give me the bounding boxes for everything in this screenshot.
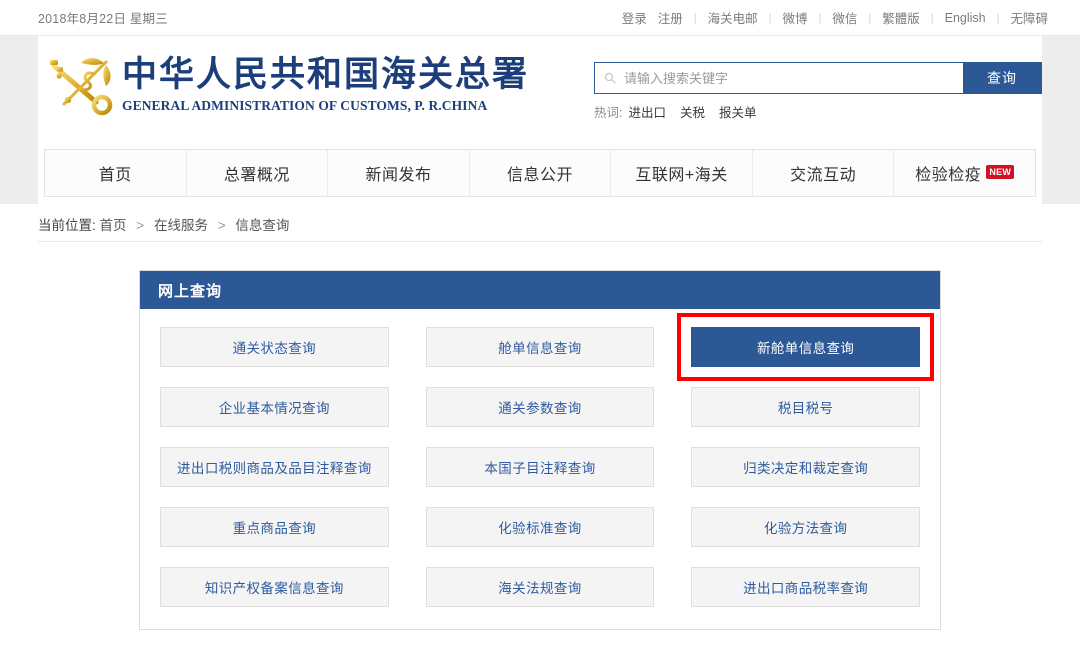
query-cell: 海关法规查询 (425, 567, 655, 607)
hot-keywords: 热词: 进出口 关税 报关单 (594, 102, 1042, 121)
header-content-area: 中华人民共和国海关总署 GENERAL ADMINISTRATION OF CU… (38, 36, 1042, 204)
breadcrumb-separator: > (217, 218, 226, 233)
query-button-lab-test-methods[interactable]: 化验方法查询 (691, 507, 920, 547)
hot-keyword-declaration[interactable]: 报关单 (719, 102, 757, 121)
query-cell: 通关参数查询 (425, 387, 655, 427)
query-button-ip-recordation-info[interactable]: 知识产权备案信息查询 (160, 567, 389, 607)
query-cell: 进出口税则商品及品目注释查询 (160, 447, 389, 487)
nav-label: 首页 (98, 167, 132, 184)
query-cell: 舱单信息查询 (425, 327, 655, 367)
customs-mail-link[interactable]: 海关电邮 (706, 8, 760, 27)
query-cell: 化验方法查询 (691, 507, 920, 547)
divider: | (693, 11, 697, 24)
breadcrumb-separator: > (136, 218, 145, 233)
nav-label: 新闻发布 (365, 167, 432, 184)
nav-label: 总署概况 (223, 167, 290, 184)
query-button-enterprise-basic-info[interactable]: 企业基本情况查询 (160, 387, 389, 427)
query-button-national-subheading-notes[interactable]: 本国子目注释查询 (425, 447, 655, 487)
nav-item-information-disclosure[interactable]: 信息公开 (470, 150, 612, 196)
search-icon (604, 72, 616, 84)
new-badge: NEW (986, 165, 1015, 179)
query-button-grid: 通关状态查询 舱单信息查询 新舱单信息查询 企业基本情况查询 通关参数查询 税目… (140, 309, 940, 629)
site-title-cn: 中华人民共和国海关总署 (122, 55, 530, 95)
query-button-lab-test-standards[interactable]: 化验标准查询 (425, 507, 655, 547)
nav-item-home[interactable]: 首页 (45, 150, 187, 196)
query-cell-highlighted: 新舱单信息查询 (677, 313, 934, 381)
query-button-customs-clearance-status[interactable]: 通关状态查询 (160, 327, 389, 367)
query-cell: 归类决定和裁定查询 (691, 447, 920, 487)
query-button-import-export-commodity-tax-rate[interactable]: 进出口商品税率查询 (691, 567, 920, 607)
wechat-link[interactable]: 微信 (830, 8, 859, 27)
search-input-wrapper (595, 63, 963, 93)
query-cell: 重点商品查询 (160, 507, 389, 547)
query-button-key-commodities[interactable]: 重点商品查询 (160, 507, 389, 547)
divider: | (768, 11, 772, 24)
query-button-tariff-item-code[interactable]: 税目税号 (691, 387, 920, 427)
site-search: 查询 热词: 进出口 关税 报关单 (594, 62, 1042, 121)
hot-keyword-tariff[interactable]: 关税 (680, 102, 705, 121)
weibo-link[interactable]: 微博 (781, 8, 810, 27)
search-input[interactable] (622, 69, 963, 87)
nav-item-news[interactable]: 新闻发布 (328, 150, 470, 196)
nav-item-overview[interactable]: 总署概况 (187, 150, 329, 196)
traditional-chinese-link[interactable]: 繁體版 (880, 8, 922, 27)
search-submit-button[interactable]: 查询 (963, 63, 1041, 93)
divider: | (996, 11, 1000, 24)
breadcrumb-item-information-query[interactable]: 信息查询 (235, 218, 289, 233)
english-link[interactable]: English (943, 11, 988, 25)
panel-title-bar: 网上查询 (140, 271, 940, 309)
query-cell: 进出口商品税率查询 (691, 567, 920, 607)
query-button-clearance-parameters[interactable]: 通关参数查询 (425, 387, 655, 427)
query-button-new-manifest-information[interactable]: 新舱单信息查询 (691, 327, 920, 367)
online-query-panel: 网上查询 通关状态查询 舱单信息查询 新舱单信息查询 企业基本情况查询 通关参数… (139, 270, 941, 630)
main-navigation: 首页 总署概况 新闻发布 信息公开 互联网+海关 交流互动 检验检疫 NEW (44, 149, 1036, 197)
nav-item-internet-plus-customs[interactable]: 互联网+海关 (611, 150, 753, 196)
breadcrumb: 当前位置: 首页 > 在线服务 > 信息查询 (38, 214, 289, 234)
query-cell: 本国子目注释查询 (425, 447, 655, 487)
breadcrumb-item-home[interactable]: 首页 (100, 218, 127, 233)
nav-label: 交流互动 (790, 167, 857, 184)
hot-keyword-import-export[interactable]: 进出口 (628, 102, 666, 121)
register-link[interactable]: 注册 (656, 8, 685, 27)
nav-label: 互联网+海关 (635, 167, 728, 184)
accessibility-link[interactable]: 无障碍 (1008, 8, 1050, 27)
divider: | (868, 11, 872, 24)
top-utility-links: 登录 注册 | 海关电邮 | 微博 | 微信 | 繁體版 | English |… (620, 8, 1050, 27)
site-title-en: GENERAL ADMINISTRATION OF CUSTOMS, P. R.… (122, 98, 488, 114)
breadcrumb-bar: 当前位置: 首页 > 在线服务 > 信息查询 (0, 204, 1080, 244)
divider: | (818, 11, 822, 24)
query-button-manifest-information[interactable]: 舱单信息查询 (425, 327, 655, 367)
top-utility-bar: 2018年8月22日 星期三 登录 注册 | 海关电邮 | 微博 | 微信 | … (0, 0, 1080, 36)
nav-item-inspection-quarantine[interactable]: 检验检疫 NEW (894, 150, 1035, 196)
query-cell: 税目税号 (691, 387, 920, 427)
breadcrumb-item-online-service[interactable]: 在线服务 (154, 218, 208, 233)
query-button-import-export-tariff-notes[interactable]: 进出口税则商品及品目注释查询 (160, 447, 389, 487)
current-date: 2018年8月22日 星期三 (38, 12, 168, 26)
nav-label: 检验检疫 (915, 167, 982, 184)
site-header: 中华人民共和国海关总署 GENERAL ADMINISTRATION OF CU… (0, 36, 1080, 204)
breadcrumb-divider (38, 241, 1042, 242)
nav-label: 信息公开 (507, 167, 574, 184)
login-link[interactable]: 登录 (620, 8, 649, 27)
breadcrumb-label: 当前位置: (38, 218, 96, 233)
divider: | (930, 11, 934, 24)
search-bar: 查询 (594, 62, 1042, 94)
site-brand[interactable]: 中华人民共和国海关总署 GENERAL ADMINISTRATION OF CU… (44, 54, 529, 116)
query-cell: 企业基本情况查询 (160, 387, 389, 427)
query-cell: 知识产权备案信息查询 (160, 567, 389, 607)
query-button-classification-decisions[interactable]: 归类决定和裁定查询 (691, 447, 920, 487)
customs-key-caduceus-emblem-icon (50, 58, 113, 116)
query-cell: 化验标准查询 (425, 507, 655, 547)
panel-title: 网上查询 (158, 282, 223, 300)
query-cell: 通关状态查询 (160, 327, 389, 367)
hot-keywords-label: 热词: (594, 106, 623, 120)
query-button-customs-regulations[interactable]: 海关法规查询 (425, 567, 655, 607)
nav-item-interaction[interactable]: 交流互动 (753, 150, 895, 196)
